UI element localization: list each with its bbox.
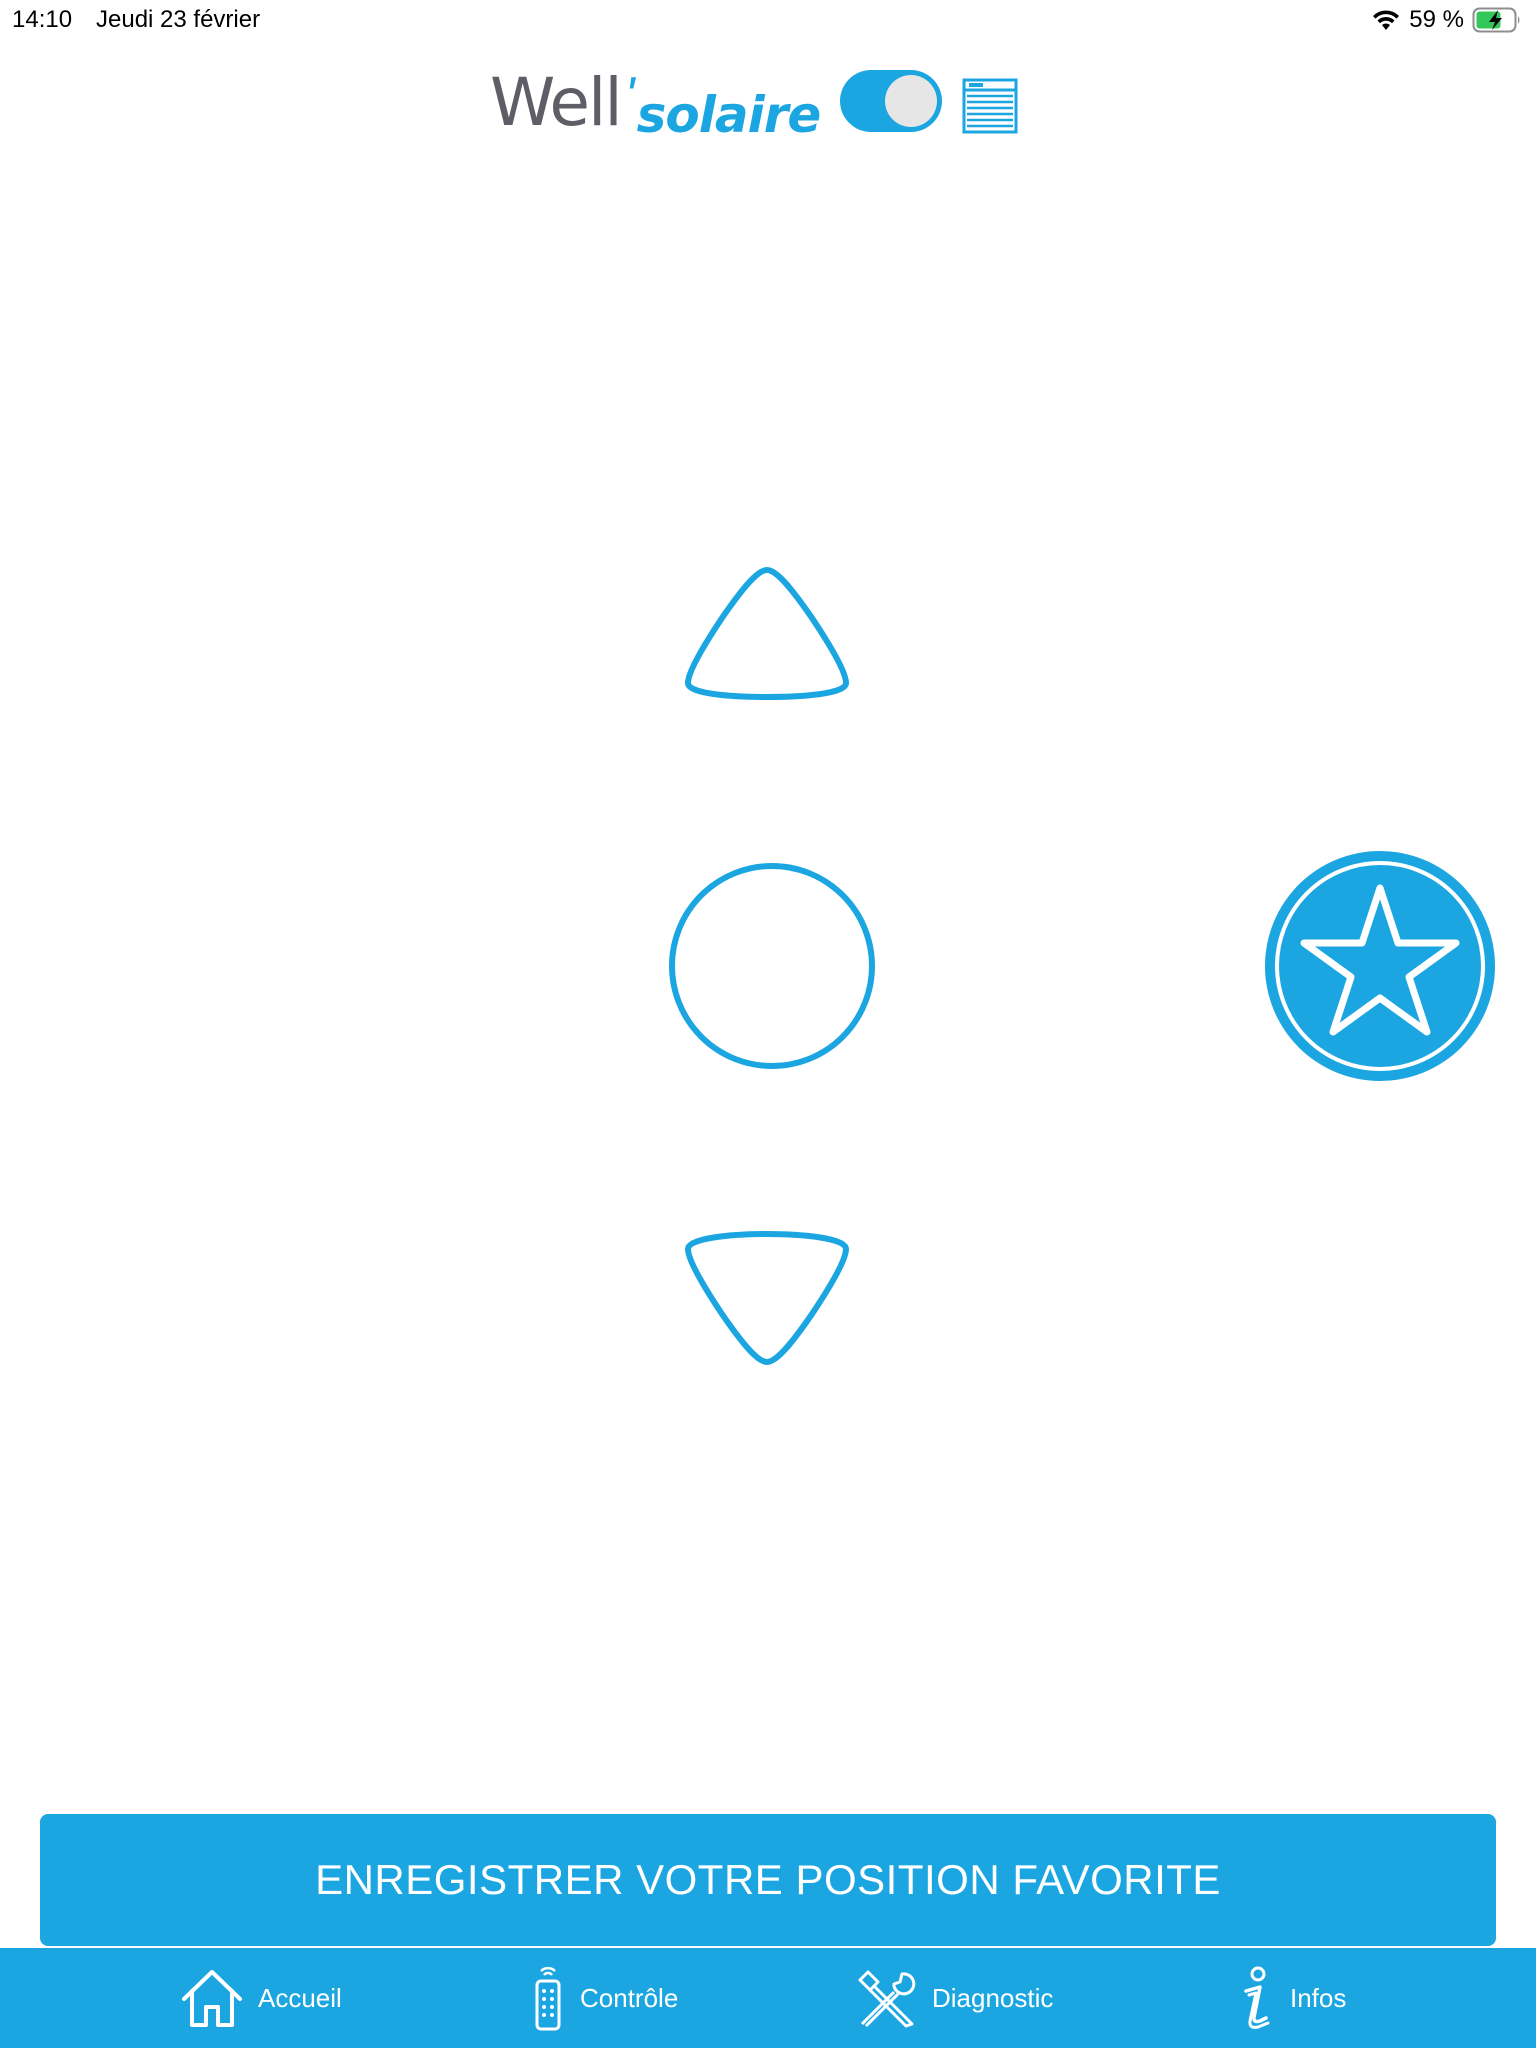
battery-percentage: 59 %	[1409, 6, 1464, 33]
tab-bar: Accueil Contrôle Diagnostic Infos	[0, 1948, 1536, 2048]
tab-diagnostic-label: Diagnostic	[932, 1982, 1054, 2013]
circle-stop-icon	[669, 863, 875, 1069]
mode-toggle[interactable]	[840, 70, 942, 132]
remote-icon	[535, 1966, 561, 2031]
status-date: Jeudi 23 février	[96, 6, 261, 33]
logo-solaire-text: solaire	[636, 86, 822, 144]
stop-button[interactable]	[664, 858, 880, 1074]
tab-accueil-label: Accueil	[258, 1982, 342, 2013]
tab-controle-label: Contrôle	[580, 1982, 679, 2013]
tools-icon	[858, 1970, 916, 2028]
triangle-down-icon	[685, 1231, 849, 1365]
status-bar: 14:10 Jeudi 23 février 59 %	[0, 0, 1536, 40]
home-icon	[182, 1970, 242, 2027]
battery-charging-icon	[1472, 7, 1520, 33]
wellsolaire-logo: Well ' solaire	[490, 64, 821, 141]
down-button[interactable]	[672, 1225, 862, 1375]
toggle-knob	[885, 75, 937, 127]
app-screen: 14:10 Jeudi 23 février 59 % Well ' solai…	[0, 0, 1536, 2048]
tab-controle[interactable]: Contrôle	[530, 1948, 678, 2048]
favorite-position-button[interactable]	[1262, 848, 1498, 1084]
tab-diagnostic[interactable]: Diagnostic	[854, 1948, 1053, 2048]
status-right: 59 %	[1371, 6, 1522, 34]
logo-well-text: Well	[490, 64, 623, 141]
window-blind-icon[interactable]	[962, 78, 1018, 134]
tab-infos[interactable]: Infos	[1236, 1948, 1346, 2048]
tab-accueil[interactable]: Accueil	[180, 1948, 342, 2048]
info-icon	[1244, 1966, 1270, 2029]
logo-apostrophe: '	[624, 67, 635, 125]
save-favorite-label: ENREGISTRER VOTRE POSITION FAVORITE	[315, 1856, 1221, 1903]
tab-infos-label: Infos	[1290, 1982, 1347, 2013]
header: Well ' solaire	[0, 62, 1536, 152]
triangle-up-icon	[685, 567, 849, 700]
save-favorite-position-button[interactable]: ENREGISTRER VOTRE POSITION FAVORITE	[40, 1814, 1496, 1946]
up-button[interactable]	[672, 560, 862, 710]
wifi-icon	[1373, 10, 1400, 30]
status-time: 14:10	[12, 6, 73, 33]
